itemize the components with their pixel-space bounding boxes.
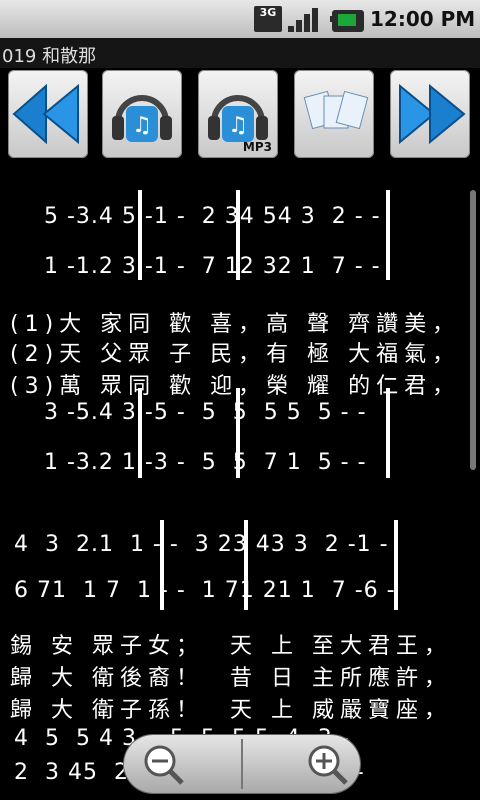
barline <box>160 520 164 610</box>
zoom-in-icon[interactable] <box>294 735 374 793</box>
notes-line: 5 -3.4 5 -1 - 2 34 54 3 2 - - <box>44 204 381 229</box>
scrollbar[interactable] <box>470 190 476 470</box>
toolbar: ♫ ♫ MP3 <box>0 68 480 166</box>
song-title: 019 和散那 <box>2 46 97 67</box>
zoom-separator <box>241 739 243 789</box>
svg-text:♫: ♫ <box>132 113 152 138</box>
barline <box>386 190 390 280</box>
notation-row: 1 -3.2 1 -3 - 5 5 7 1 5 - - <box>0 450 480 490</box>
double-right-arrow-icon <box>399 83 466 145</box>
zoom-out-icon[interactable] <box>134 735 214 793</box>
status-bar: 3G 12:00 PM <box>0 0 480 38</box>
mp3-label: MP3 <box>242 140 272 154</box>
previous-button[interactable] <box>8 70 88 158</box>
barline <box>386 388 390 478</box>
notes-line: 4 3 2.1 1 - - 3 23 43 3 2 -1 - <box>14 532 389 557</box>
lyric-line: 歸 大 衛子孫！ 天 上 威嚴寶座， <box>10 698 452 723</box>
lyric-line: (2)天 父眾 子 民，有 極 大福氣， <box>10 342 461 367</box>
sheet-music-button[interactable] <box>294 70 374 158</box>
notation-row: 5 -3.4 5 -1 - 2 34 54 3 2 - - <box>0 204 480 244</box>
battery-icon <box>330 6 364 32</box>
notation-row: 4 3 2.1 1 - - 3 23 43 3 2 -1 - <box>0 532 480 572</box>
zoom-control <box>124 735 360 793</box>
mp3-button[interactable]: ♫ MP3 <box>198 70 278 158</box>
notes-line: 1 -3.2 1 -3 - 5 5 7 1 5 - - <box>44 450 367 475</box>
notation-row: 3 -5.4 3 -5 - 5 5 5 5 5 - - <box>0 400 480 440</box>
barline <box>138 388 142 478</box>
status-time: 12:00 PM <box>370 7 476 31</box>
next-button[interactable] <box>390 70 470 158</box>
headphone-music-icon: ♫ <box>112 95 172 142</box>
notes-line: 6 71 1 7 1 - - 1 71 21 1 7 -6 - <box>14 578 396 603</box>
notes-line: 1 -1.2 3 -1 - 7 12 32 1 7 - - <box>44 254 381 279</box>
notes-line: 3 -5.4 3 -5 - 5 5 5 5 5 - - <box>44 400 367 425</box>
barline <box>236 190 240 280</box>
barline <box>244 520 248 610</box>
title-bar: 019 和散那 <box>0 38 480 68</box>
notation-row: 1 -1.2 3 -1 - 7 12 32 1 7 - - <box>0 254 480 294</box>
barline <box>236 388 240 478</box>
notation-row: 6 71 1 7 1 - - 1 71 21 1 7 -6 - <box>0 578 480 618</box>
barline <box>138 190 142 280</box>
lyric-line: (1)大 家同 歡 喜，高 聲 齊讚美， <box>10 312 461 337</box>
music-score: 5 -3.4 5 -1 - 2 34 54 3 2 - - 1 -1.2 3 -… <box>0 170 480 800</box>
sheet-music-icon <box>303 90 369 130</box>
lyric-line: 歸 大 衛後裔！ 昔 日 主所應許， <box>10 666 452 691</box>
lyric-line: 錫 安 眾子女； 天 上 至大君王， <box>10 634 452 659</box>
network-3g-icon: 3G <box>254 6 282 32</box>
play-button[interactable]: ♫ <box>102 70 182 158</box>
barline <box>394 520 398 610</box>
double-left-arrow-icon <box>12 83 79 145</box>
svg-text:♫: ♫ <box>228 113 248 138</box>
signal-icon <box>288 6 322 32</box>
